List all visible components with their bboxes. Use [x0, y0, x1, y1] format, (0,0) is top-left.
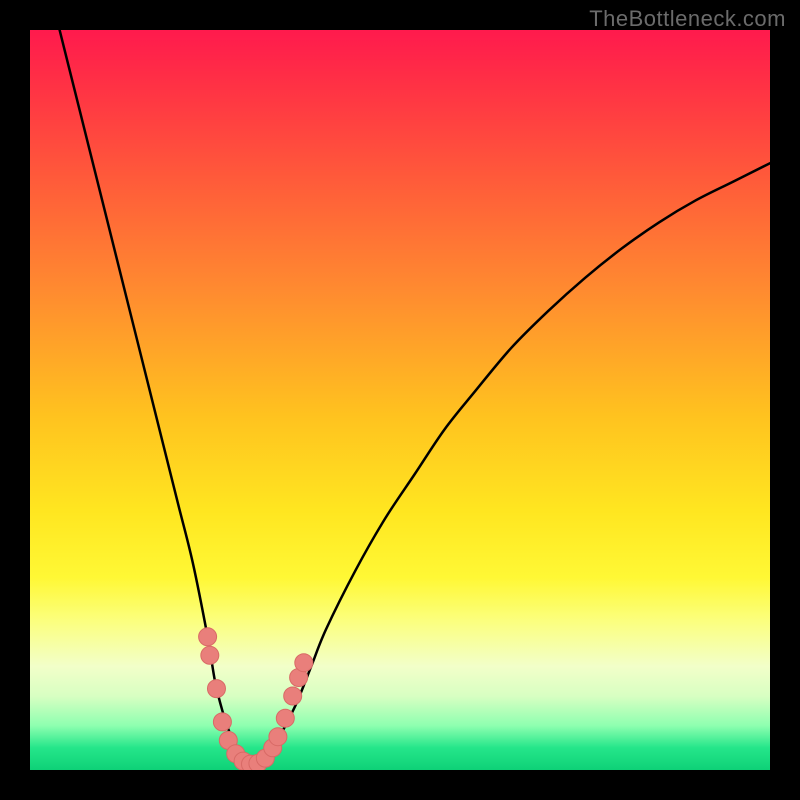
curve-marker: [295, 654, 313, 672]
curve-marker: [269, 728, 287, 746]
curve-marker: [213, 713, 231, 731]
curve-marker: [201, 646, 219, 664]
watermark-text: TheBottleneck.com: [589, 6, 786, 32]
curve-marker: [207, 680, 225, 698]
curve-marker: [276, 709, 294, 727]
bottleneck-curve-path: [60, 30, 770, 765]
chart-frame: TheBottleneck.com: [0, 0, 800, 800]
bottleneck-curve-svg: [30, 30, 770, 770]
plot-area: [30, 30, 770, 770]
curve-markers: [199, 628, 313, 770]
curve-marker: [199, 628, 217, 646]
curve-marker: [284, 687, 302, 705]
